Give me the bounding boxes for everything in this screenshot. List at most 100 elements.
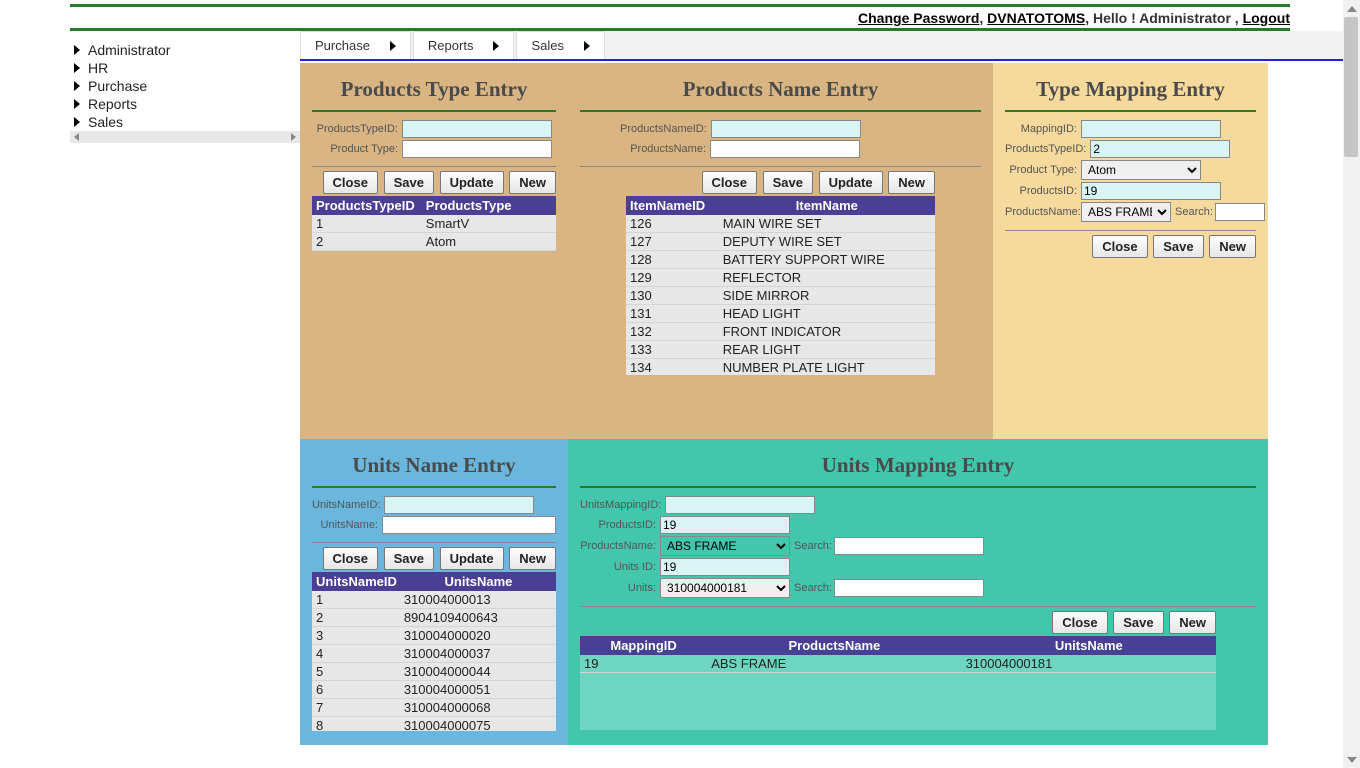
table-row[interactable]: 3310004000020	[312, 627, 556, 645]
save-button[interactable]: Save	[1113, 611, 1163, 634]
panel-title: Units Name Entry	[312, 447, 556, 486]
table-row[interactable]: 1310004000013	[312, 591, 556, 609]
close-button[interactable]: Close	[1092, 235, 1147, 258]
table-row[interactable]: 1SmartV	[312, 215, 556, 233]
save-button[interactable]: Save	[1153, 235, 1203, 258]
sidebar-item-sales[interactable]: Sales	[70, 113, 300, 131]
products-id-input[interactable]	[660, 516, 790, 534]
table-row[interactable]: 28904109400643	[312, 609, 556, 627]
new-button[interactable]: New	[1209, 235, 1256, 258]
sidebar-scroll-footer	[70, 131, 300, 143]
type-mapping-panel: Type Mapping Entry MappingID: ProductsTy…	[993, 63, 1268, 439]
new-button[interactable]: New	[509, 547, 556, 570]
caret-right-icon	[584, 41, 590, 51]
products-id-input[interactable]	[1081, 182, 1221, 200]
product-type-select[interactable]: Atom	[1081, 160, 1201, 180]
close-button[interactable]: Close	[323, 171, 378, 194]
tab-reports[interactable]: Reports	[413, 31, 515, 59]
top-menu-bar: Purchase Reports Sales	[300, 31, 1360, 61]
table-row[interactable]: 127DEPUTY WIRE SET	[626, 233, 935, 251]
mapping-id-input[interactable]	[1081, 120, 1221, 138]
products-name-select[interactable]: ABS FRAME	[660, 536, 790, 556]
new-button[interactable]: New	[1169, 611, 1216, 634]
panel-title: Products Name Entry	[580, 71, 981, 110]
save-button[interactable]: Save	[384, 547, 434, 570]
app-name-link[interactable]: DVNATOTOMS	[987, 10, 1085, 26]
sidebar: Administrator HR Purchase Reports Sales	[70, 31, 300, 745]
table-row[interactable]: 8310004000075	[312, 717, 556, 732]
header-links: Change Password, DVNATOTOMS, Hello ! Adm…	[0, 7, 1360, 28]
product-type-input[interactable]	[402, 140, 552, 158]
table-row[interactable]: 133REAR LIGHT	[626, 341, 935, 359]
table-row[interactable]: 131HEAD LIGHT	[626, 305, 935, 323]
change-password-link[interactable]: Change Password	[858, 10, 979, 26]
units-name-id-input[interactable]	[384, 496, 534, 514]
products-name-table[interactable]: 126MAIN WIRE SET127DEPUTY WIRE SET128BAT…	[626, 215, 935, 375]
table-row[interactable]: 2Atom	[312, 233, 556, 251]
products-type-panel: Products Type Entry ProductsTypeID: Prod…	[300, 63, 568, 439]
table-row[interactable]: 134NUMBER PLATE LIGHT	[626, 359, 935, 376]
table-row[interactable]: 132FRONT INDICATOR	[626, 323, 935, 341]
units-mapping-table-head: MappingID ProductsName UnitsName	[580, 636, 1216, 655]
products-type-id-input[interactable]	[1090, 140, 1230, 158]
scroll-thumb[interactable]	[1344, 17, 1358, 157]
save-button[interactable]: Save	[763, 171, 813, 194]
update-button[interactable]: Update	[440, 171, 504, 194]
table-row[interactable]: 4310004000037	[312, 645, 556, 663]
scroll-down-icon	[1347, 757, 1357, 763]
search-units-input[interactable]	[834, 579, 984, 597]
scroll-up-icon	[1347, 6, 1357, 12]
close-button[interactable]: Close	[323, 547, 378, 570]
units-select[interactable]: 310004000181	[660, 578, 790, 598]
products-name-select[interactable]: ABS FRAME	[1081, 202, 1171, 222]
logout-link[interactable]: Logout	[1243, 10, 1290, 26]
table-row[interactable]: 6310004000051	[312, 681, 556, 699]
tab-sales[interactable]: Sales	[516, 31, 605, 59]
update-button[interactable]: Update	[440, 547, 504, 570]
units-id-input[interactable]	[660, 558, 790, 576]
save-button[interactable]: Save	[384, 171, 434, 194]
caret-left-icon[interactable]	[74, 133, 79, 141]
tab-purchase[interactable]: Purchase	[300, 31, 411, 59]
page-scrollbar[interactable]	[1343, 0, 1360, 768]
table-row[interactable]: 5310004000044	[312, 663, 556, 681]
table-row[interactable]: 19ABS FRAME310004000181	[580, 655, 1216, 673]
table-row[interactable]: 129REFLECTOR	[626, 269, 935, 287]
products-name-panel: Products Name Entry ProductsNameID: Prod…	[568, 63, 993, 439]
caret-right-icon	[74, 81, 80, 91]
products-name-table-head: ItemNameID ItemName	[626, 196, 935, 215]
new-button[interactable]: New	[509, 171, 556, 194]
caret-right-icon[interactable]	[291, 133, 296, 141]
close-button[interactable]: Close	[702, 171, 757, 194]
products-type-table[interactable]: ProductsTypeID ProductsType 1SmartV2Atom	[312, 196, 556, 251]
panel-title: Units Mapping Entry	[580, 447, 1256, 486]
products-name-input[interactable]	[710, 140, 860, 158]
units-name-table[interactable]: 1310004000013289041094006433310004000020…	[312, 591, 556, 731]
caret-right-icon	[74, 117, 80, 127]
close-button[interactable]: Close	[1052, 611, 1107, 634]
products-name-id-input[interactable]	[711, 120, 861, 138]
update-button[interactable]: Update	[819, 171, 883, 194]
sidebar-item-administrator[interactable]: Administrator	[70, 41, 300, 59]
units-mapping-panel: Units Mapping Entry UnitsMappingID: Prod…	[568, 439, 1268, 745]
sidebar-item-hr[interactable]: HR	[70, 59, 300, 77]
table-row[interactable]: 7310004000068	[312, 699, 556, 717]
sidebar-item-purchase[interactable]: Purchase	[70, 77, 300, 95]
table-row[interactable]: 126MAIN WIRE SET	[626, 215, 935, 233]
products-type-id-input[interactable]	[402, 120, 552, 138]
table-row[interactable]: 130SIDE MIRROR	[626, 287, 935, 305]
units-mapping-id-input[interactable]	[665, 496, 815, 514]
search-input[interactable]	[1215, 203, 1265, 221]
caret-right-icon	[493, 41, 499, 51]
sidebar-item-reports[interactable]: Reports	[70, 95, 300, 113]
units-name-input[interactable]	[382, 516, 556, 534]
caret-right-icon	[74, 99, 80, 109]
type-mapping-scroll[interactable]	[1005, 260, 1256, 425]
caret-right-icon	[390, 41, 396, 51]
panel-title: Type Mapping Entry	[1005, 71, 1256, 110]
units-mapping-table[interactable]: 19ABS FRAME310004000181	[580, 655, 1216, 673]
search-products-input[interactable]	[834, 537, 984, 555]
new-button[interactable]: New	[888, 171, 935, 194]
caret-right-icon	[74, 63, 80, 73]
table-row[interactable]: 128BATTERY SUPPORT WIRE	[626, 251, 935, 269]
